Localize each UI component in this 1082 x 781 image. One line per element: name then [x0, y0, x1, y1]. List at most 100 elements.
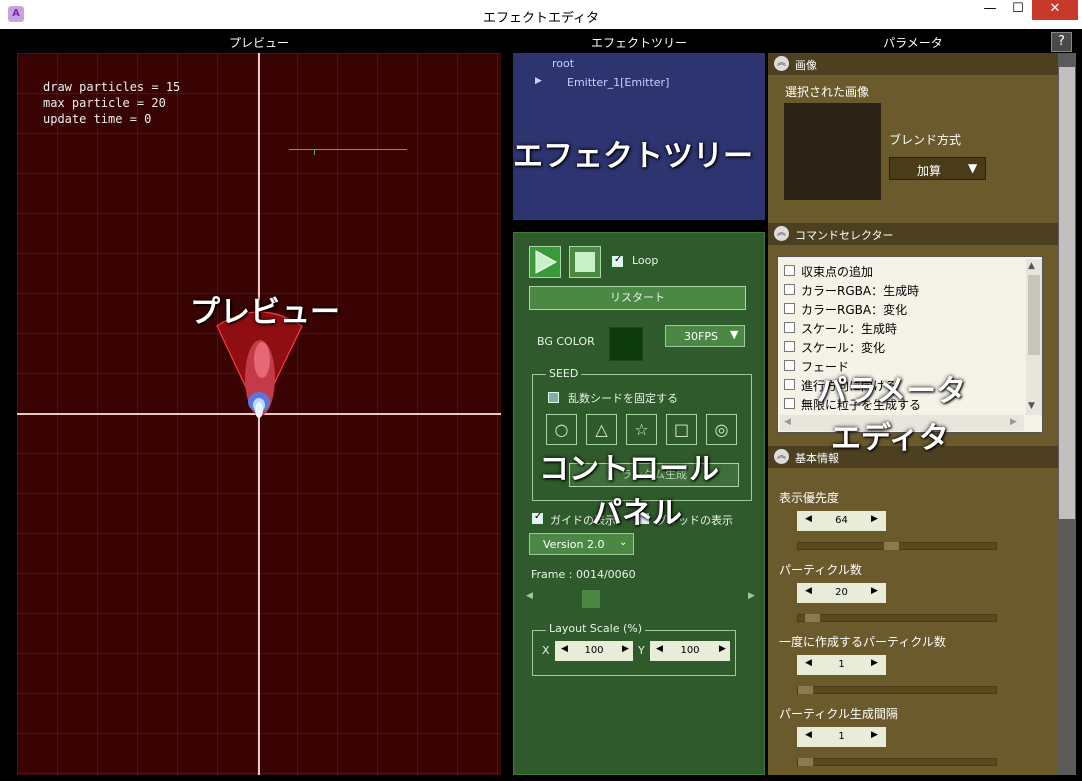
- layout-scale-label: Layout Scale (%): [546, 622, 646, 635]
- increment-icon[interactable]: ▶: [719, 644, 726, 654]
- image-section-header[interactable]: ︽ 画像: [768, 53, 1058, 75]
- fps-value: 30FPS: [684, 330, 718, 343]
- star-shape-button[interactable]: ☆: [626, 414, 657, 445]
- command-checkbox[interactable]: [784, 284, 795, 295]
- stop-button[interactable]: [569, 246, 601, 278]
- emitter-guide-tick: [314, 149, 315, 155]
- frame-text: Frame : 0014/0060: [531, 568, 636, 581]
- tree-overlay-label: エフェクトツリー: [513, 139, 753, 174]
- per-spawn-slider[interactable]: [797, 686, 997, 694]
- slider-thumb[interactable]: [798, 758, 813, 766]
- command-label: 収束点の追加: [801, 265, 874, 279]
- params-scrollbar-thumb[interactable]: [1059, 67, 1075, 519]
- blend-select[interactable]: 加算 ▼: [889, 157, 986, 180]
- bg-color-swatch[interactable]: [609, 327, 643, 361]
- params-scrollbar[interactable]: [1058, 53, 1076, 775]
- loop-checkbox[interactable]: ✓: [612, 254, 623, 267]
- increment-icon[interactable]: ▶: [871, 514, 878, 524]
- priority-stepper[interactable]: ◀ 64 ▶: [797, 511, 886, 531]
- scroll-left-icon[interactable]: ◀: [784, 417, 791, 427]
- stop-icon: [575, 252, 595, 272]
- collapse-icon[interactable]: ︽: [774, 226, 789, 241]
- command-checkbox[interactable]: [784, 303, 795, 314]
- slider-thumb[interactable]: [798, 686, 813, 694]
- command-checkbox[interactable]: [784, 360, 795, 371]
- double-circle-shape-button[interactable]: ◎: [706, 414, 737, 445]
- fix-seed-label: 乱数シードを固定する: [568, 392, 678, 405]
- per-spawn-stepper[interactable]: ◀ 1 ▶: [797, 655, 886, 675]
- expand-icon[interactable]: ▶: [535, 76, 542, 86]
- spawn-interval-stepper[interactable]: ◀ 1 ▶: [797, 727, 886, 747]
- command-section-header[interactable]: ︽ コマンドセレクター: [768, 223, 1058, 245]
- emitter-guide-line: [289, 149, 407, 150]
- priority-slider[interactable]: [797, 542, 997, 550]
- control-overlay-label-2: パネル: [592, 496, 682, 531]
- command-checkbox[interactable]: [784, 322, 795, 333]
- field-label-per-spawn: 一度に作成するパーティクル数: [779, 635, 946, 649]
- minimize-button[interactable]: —: [976, 0, 1004, 20]
- scroll-left-icon[interactable]: ◀: [526, 591, 533, 601]
- particle-count-slider[interactable]: [797, 614, 997, 622]
- command-label: カラーRGBA：変化: [801, 303, 908, 317]
- command-checkbox[interactable]: [784, 265, 795, 276]
- collapse-icon[interactable]: ︽: [774, 56, 789, 71]
- increment-icon[interactable]: ▶: [871, 730, 878, 740]
- increment-icon[interactable]: ▶: [622, 644, 629, 654]
- increment-icon[interactable]: ▶: [871, 586, 878, 596]
- tree-node-emitter[interactable]: Emitter_1[Emitter]: [567, 76, 669, 89]
- frame-slider-thumb[interactable]: [582, 590, 600, 608]
- tree-node-root[interactable]: root: [552, 57, 574, 70]
- tree-header: エフェクトツリー: [590, 36, 687, 50]
- triangle-shape-button[interactable]: △: [586, 414, 617, 445]
- collapse-icon[interactable]: ︽: [774, 449, 789, 464]
- list-scrollbar[interactable]: ▲ ▼: [1026, 259, 1042, 415]
- frame-slider[interactable]: [539, 590, 744, 608]
- chevron-down-icon: ▼: [968, 161, 978, 175]
- seed-label: SEED: [546, 367, 582, 380]
- version-select[interactable]: Version 2.0 ⌄: [529, 533, 634, 555]
- list-scrollbar-thumb[interactable]: [1028, 275, 1040, 355]
- params-header: パラメータ: [883, 36, 943, 50]
- help-button[interactable]: ?: [1051, 32, 1072, 52]
- check-icon: ✓: [534, 511, 543, 522]
- particle-count-stepper[interactable]: ◀ 20 ▶: [797, 583, 886, 603]
- maximize-button[interactable]: ☐: [1004, 0, 1032, 20]
- stat-update-time: update time = 0: [43, 112, 152, 126]
- fps-select[interactable]: 30FPS ▼: [665, 325, 745, 347]
- increment-icon[interactable]: ▶: [871, 658, 878, 668]
- square-shape-button[interactable]: □: [666, 414, 697, 445]
- play-button[interactable]: [529, 246, 561, 278]
- scale-x-stepper[interactable]: ◀ 100 ▶: [555, 641, 633, 661]
- fix-seed-checkbox[interactable]: [548, 392, 559, 403]
- scale-y-value: 100: [680, 645, 700, 656]
- spawn-interval-slider[interactable]: [797, 758, 997, 766]
- bg-color-label: BG COLOR: [537, 335, 595, 348]
- guide-checkbox[interactable]: ✓: [532, 511, 543, 524]
- slider-thumb[interactable]: [805, 614, 820, 622]
- command-checkbox[interactable]: [784, 398, 795, 409]
- command-checkbox[interactable]: [784, 379, 795, 390]
- command-label: カラーRGBA：生成時: [801, 284, 920, 298]
- image-preview[interactable]: [784, 103, 881, 200]
- scale-y-stepper[interactable]: ◀ 100 ▶: [650, 641, 730, 661]
- preview-canvas[interactable]: draw particles = 15 max particle = 20 up…: [17, 53, 501, 775]
- params-overlay-label-2: エディタ: [831, 421, 949, 456]
- restart-button[interactable]: リスタート: [529, 286, 746, 310]
- scroll-right-icon[interactable]: ▶: [748, 591, 755, 601]
- slider-thumb[interactable]: [884, 542, 899, 550]
- scroll-right-icon[interactable]: ▶: [1010, 417, 1017, 427]
- loop-label: Loop: [632, 254, 659, 267]
- chevron-down-icon: ⌄: [619, 537, 628, 548]
- scroll-up-icon[interactable]: ▲: [1028, 261, 1035, 271]
- field-label-spawn-interval: パーティクル生成間隔: [779, 707, 898, 721]
- command-checkbox[interactable]: [784, 341, 795, 352]
- preview-header: プレビュー: [228, 36, 289, 50]
- field-label-particle-count: パーティクル数: [779, 563, 862, 577]
- circle-shape-button[interactable]: ○: [546, 414, 577, 445]
- scale-x-label: X: [542, 644, 550, 657]
- close-button[interactable]: ✕: [1032, 0, 1078, 20]
- scroll-down-icon[interactable]: ▼: [1028, 401, 1035, 411]
- selected-image-label: 選択された画像: [785, 85, 870, 99]
- play-icon: [535, 250, 558, 274]
- blend-label: ブレンド方式: [889, 133, 962, 147]
